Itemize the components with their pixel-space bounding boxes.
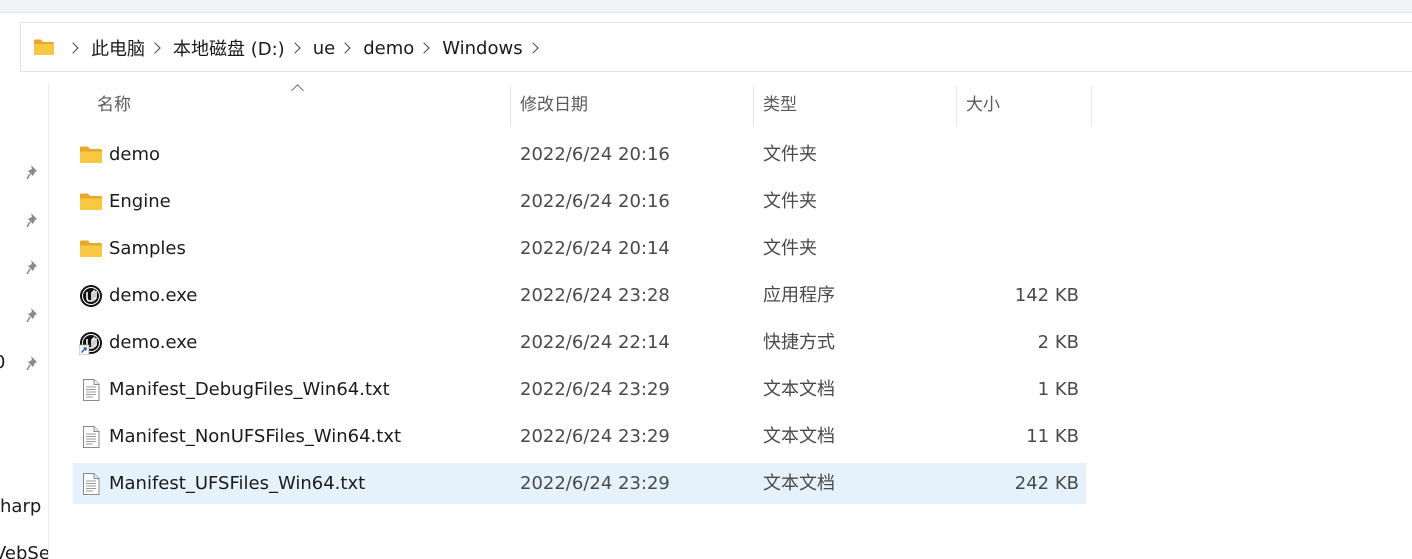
- file-row[interactable]: demo.exe 2022/6/24 23:28 应用程序 142 KB: [73, 275, 1086, 316]
- chevron-right-icon[interactable]: [339, 42, 351, 54]
- file-row[interactable]: Samples 2022/6/24 20:14 文件夹: [73, 228, 1086, 269]
- pin-icon[interactable]: [26, 212, 40, 228]
- pin-icon[interactable]: [26, 259, 40, 275]
- window-top-strip: [0, 0, 1412, 13]
- pane-divider[interactable]: [48, 84, 49, 559]
- file-type: 文件夹: [763, 191, 817, 212]
- navigation-pane: 0 harp VebSer: [0, 84, 48, 559]
- breadcrumb: 此电脑 本地磁盘 (D:) ue demo Windows: [65, 35, 549, 61]
- file-size: 11 KB: [1026, 426, 1079, 447]
- file-name: Samples: [109, 238, 186, 259]
- column-header-modified[interactable]: 修改日期: [520, 84, 753, 126]
- file-type: 应用程序: [763, 285, 835, 306]
- file-row[interactable]: demo.exe 2022/6/24 22:14 快捷方式 2 KB: [73, 322, 1086, 363]
- column-divider[interactable]: [753, 86, 754, 126]
- file-modified: 2022/6/24 20:16: [520, 191, 670, 212]
- file-size: 142 KB: [1014, 285, 1079, 306]
- column-divider[interactable]: [1091, 86, 1092, 126]
- folder-icon: [80, 146, 102, 163]
- file-row-selected[interactable]: Manifest_UFSFiles_Win64.txt 2022/6/24 23…: [73, 463, 1086, 504]
- file-row[interactable]: Manifest_DebugFiles_Win64.txt 2022/6/24 …: [73, 369, 1086, 410]
- pin-icon[interactable]: [26, 164, 40, 180]
- file-type: 文件夹: [763, 144, 817, 165]
- chevron-right-icon[interactable]: [289, 42, 301, 54]
- file-row[interactable]: demo 2022/6/24 20:16 文件夹: [73, 134, 1086, 175]
- file-modified: 2022/6/24 20:14: [520, 238, 670, 259]
- file-modified: 2022/6/24 20:16: [520, 144, 670, 165]
- column-divider[interactable]: [510, 86, 511, 126]
- file-type: 文件夹: [763, 238, 817, 259]
- file-modified: 2022/6/24 23:29: [520, 379, 670, 400]
- text-file-icon: [83, 426, 100, 448]
- file-name: Manifest_NonUFSFiles_Win64.txt: [109, 426, 402, 447]
- breadcrumb-this-pc[interactable]: 此电脑: [89, 35, 147, 61]
- file-name: Engine: [109, 191, 171, 212]
- column-header-row: 名称 修改日期 类型 大小: [49, 84, 1092, 126]
- address-bar[interactable]: 此电脑 本地磁盘 (D:) ue demo Windows: [20, 22, 1412, 72]
- file-modified: 2022/6/24 22:14: [520, 332, 670, 353]
- file-size: 242 KB: [1014, 473, 1079, 494]
- file-name: demo: [109, 144, 161, 165]
- folder-icon: [80, 193, 102, 210]
- pin-icon[interactable]: [26, 307, 40, 323]
- folder-icon: [80, 240, 102, 257]
- file-row[interactable]: Manifest_NonUFSFiles_Win64.txt 2022/6/24…: [73, 416, 1086, 457]
- unreal-app-icon: [80, 285, 102, 307]
- text-file-icon: [83, 379, 100, 401]
- text-file-icon: [83, 473, 100, 495]
- file-type: 文本文档: [763, 473, 835, 494]
- file-type: 文本文档: [763, 379, 835, 400]
- breadcrumb-local-disk[interactable]: 本地磁盘 (D:): [171, 35, 287, 61]
- breadcrumb-demo[interactable]: demo: [361, 38, 416, 59]
- chevron-right-icon[interactable]: [418, 42, 430, 54]
- file-size: 2 KB: [1037, 332, 1079, 353]
- nav-item-label[interactable]: VebSer: [0, 543, 48, 559]
- breadcrumb-ue[interactable]: ue: [311, 38, 337, 59]
- column-divider[interactable]: [956, 86, 957, 126]
- chevron-right-icon[interactable]: [149, 42, 161, 54]
- nav-item-label[interactable]: harp: [0, 496, 41, 517]
- pin-icon[interactable]: [26, 355, 40, 371]
- folder-icon: [34, 39, 54, 55]
- file-type: 快捷方式: [763, 332, 835, 353]
- file-name: demo.exe: [109, 332, 198, 353]
- column-header-size[interactable]: 大小: [966, 84, 1091, 126]
- file-name: Manifest_DebugFiles_Win64.txt: [109, 379, 390, 400]
- nav-item-label[interactable]: 0: [0, 352, 5, 373]
- file-name: demo.exe: [109, 285, 198, 306]
- column-header-name[interactable]: 名称: [97, 84, 510, 126]
- breadcrumb-windows[interactable]: Windows: [440, 38, 524, 59]
- file-type: 文本文档: [763, 426, 835, 447]
- file-size: 1 KB: [1037, 379, 1079, 400]
- file-name: Manifest_UFSFiles_Win64.txt: [109, 473, 366, 494]
- file-row[interactable]: Engine 2022/6/24 20:16 文件夹: [73, 181, 1086, 222]
- file-modified: 2022/6/24 23:29: [520, 426, 670, 447]
- chevron-right-icon[interactable]: [526, 42, 539, 54]
- file-modified: 2022/6/24 23:28: [520, 285, 670, 306]
- chevron-right-icon[interactable]: [67, 42, 79, 54]
- unreal-shortcut-icon: [79, 332, 102, 355]
- column-header-type[interactable]: 类型: [763, 84, 956, 126]
- file-modified: 2022/6/24 23:29: [520, 473, 670, 494]
